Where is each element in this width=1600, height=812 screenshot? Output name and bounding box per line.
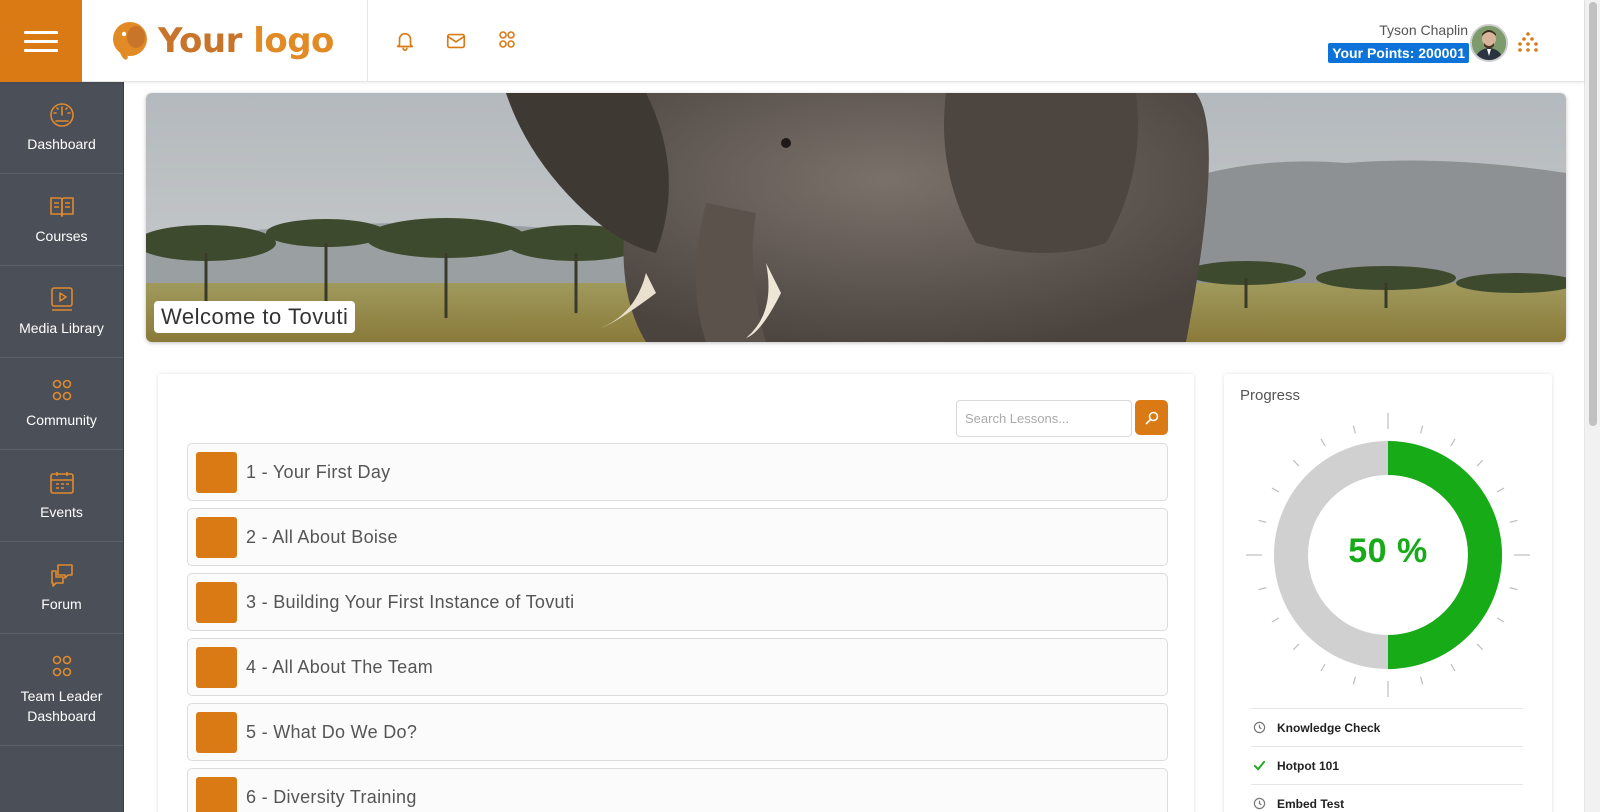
lesson-thumbnail <box>196 451 237 493</box>
logo-text-your: Your <box>158 21 242 61</box>
messages-button[interactable] <box>443 28 469 54</box>
community-header-button[interactable] <box>494 28 520 54</box>
header-divider <box>367 0 368 82</box>
clock-icon <box>1253 797 1265 810</box>
sidebar-item-label: Events <box>40 504 83 520</box>
progress-item[interactable]: Knowledge Check <box>1251 708 1523 746</box>
search-lessons-input[interactable] <box>956 400 1132 437</box>
sidebar-item-courses[interactable]: Courses <box>0 174 123 266</box>
lesson-thumbnail <box>196 581 237 623</box>
scrollbar-thumb[interactable] <box>1589 2 1597 426</box>
menu-icon <box>24 25 58 58</box>
progress-item[interactable]: Hotpot 101 <box>1251 746 1523 784</box>
sidebar-item-label: Team Leader Dashboard <box>20 688 103 724</box>
apps-menu-button[interactable] <box>1518 32 1538 57</box>
progress-title: Progress <box>1240 387 1301 404</box>
gauge-tick <box>1352 676 1356 685</box>
sidebar-item-label: Media Library <box>19 320 104 336</box>
top-header: Your logo Tyson Chaplin Your Points: 200… <box>0 0 1584 82</box>
sidebar-item-label: Forum <box>41 596 82 612</box>
avatar[interactable] <box>1470 24 1508 62</box>
progress-item-label: Embed Test <box>1277 796 1345 811</box>
lesson-thumbnail <box>196 646 237 688</box>
dots-grid-icon <box>1518 32 1538 52</box>
progress-item[interactable]: Embed Test <box>1251 784 1523 812</box>
progress-item-label: Hotpot 101 <box>1277 758 1340 773</box>
user-photo-icon <box>1472 26 1506 60</box>
lesson-item[interactable]: 3 - Building Your First Instance of Tovu… <box>187 573 1168 631</box>
gauge-tick <box>1476 643 1484 651</box>
gauge-tick <box>1509 587 1518 591</box>
progress-item-label: Knowledge Check <box>1277 720 1381 735</box>
gauge-tick <box>1496 617 1505 623</box>
gauge-tick <box>1258 519 1267 523</box>
chat-icon <box>50 564 73 587</box>
search-icon <box>1145 411 1158 424</box>
notifications-button[interactable] <box>392 28 418 54</box>
lesson-title: 4 - All About The Team <box>246 656 434 677</box>
lesson-thumbnail <box>196 711 237 753</box>
sidebar-item-forum[interactable]: Forum <box>0 542 123 634</box>
sidebar-item-dashboard[interactable]: Dashboard <box>0 82 123 174</box>
media-icon <box>50 287 73 311</box>
points-badge[interactable]: Your Points: 200001 <box>1328 43 1469 63</box>
lesson-item[interactable]: 5 - What Do We Do? <box>187 703 1168 761</box>
sidebar-item-events[interactable]: Events <box>0 450 123 542</box>
lesson-item[interactable]: 6 - Diversity Training <box>187 768 1168 812</box>
sidebar-item-community[interactable]: Community <box>0 358 123 450</box>
gauge-tick <box>1292 643 1300 651</box>
gauge-icon <box>49 103 74 127</box>
elephant-banner-image <box>146 93 1566 342</box>
gauge-tick <box>1496 487 1505 493</box>
lesson-thumbnail <box>196 776 237 812</box>
lesson-title: 1 - Your First Day <box>246 461 391 482</box>
hamburger-menu-button[interactable] <box>0 0 82 82</box>
lesson-title: 2 - All About Boise <box>246 526 398 547</box>
welcome-heading: Welcome to Tovuti <box>154 301 356 333</box>
gauge-tick <box>1271 487 1280 493</box>
gauge-tick <box>1450 438 1456 447</box>
gauge-tick <box>1450 663 1456 672</box>
progress-percent: 50 % <box>1348 532 1428 570</box>
calendar-icon <box>49 472 74 494</box>
gauge-tick <box>1352 425 1356 434</box>
lesson-item[interactable]: 4 - All About The Team <box>187 638 1168 696</box>
gauge-tick <box>1292 459 1300 467</box>
people-icon <box>499 31 515 48</box>
clock-icon <box>1253 721 1265 734</box>
gauge-tick <box>1420 676 1424 685</box>
lesson-title: 3 - Building Your First Instance of Tovu… <box>246 591 575 612</box>
people-icon <box>52 379 71 401</box>
sidebar-item-media-library[interactable]: Media Library <box>0 266 123 358</box>
lesson-title: 6 - Diversity Training <box>246 786 417 807</box>
sidebar-item-label: Courses <box>35 228 88 244</box>
gauge-tick <box>1420 425 1424 434</box>
gauge-tick <box>1320 438 1326 447</box>
gauge-tick <box>1258 587 1267 591</box>
page-scrollbar[interactable] <box>1584 0 1600 812</box>
sidebar-item-label: Community <box>26 412 97 428</box>
lesson-thumbnail <box>196 516 237 558</box>
gauge-tick <box>1476 459 1484 467</box>
bell-icon <box>396 32 414 51</box>
mail-icon <box>446 33 466 49</box>
user-name[interactable]: Tyson Chaplin <box>1379 22 1468 38</box>
book-icon <box>49 197 74 217</box>
lesson-item[interactable]: 1 - Your First Day <box>187 443 1168 501</box>
elephant-logo-icon <box>113 22 147 60</box>
lesson-title: 5 - What Do We Do? <box>246 721 418 742</box>
gauge-tick <box>1320 663 1326 672</box>
check-icon <box>1253 760 1265 771</box>
sidebar-item-label: Dashboard <box>27 136 96 152</box>
team-icon <box>52 655 71 677</box>
gauge-tick <box>1509 519 1518 523</box>
search-button[interactable] <box>1135 400 1168 435</box>
gauge-tick <box>1271 617 1280 623</box>
welcome-banner <box>146 93 1566 342</box>
lesson-item[interactable]: 2 - All About Boise <box>187 508 1168 566</box>
logo-text-logo: logo <box>253 21 334 61</box>
sidebar-item-team-leader-dashboard[interactable]: Team Leader Dashboard <box>0 634 123 746</box>
sidebar-nav: Dashboard Courses Media Library Communit… <box>0 82 124 812</box>
logo[interactable]: Your logo <box>110 18 334 64</box>
